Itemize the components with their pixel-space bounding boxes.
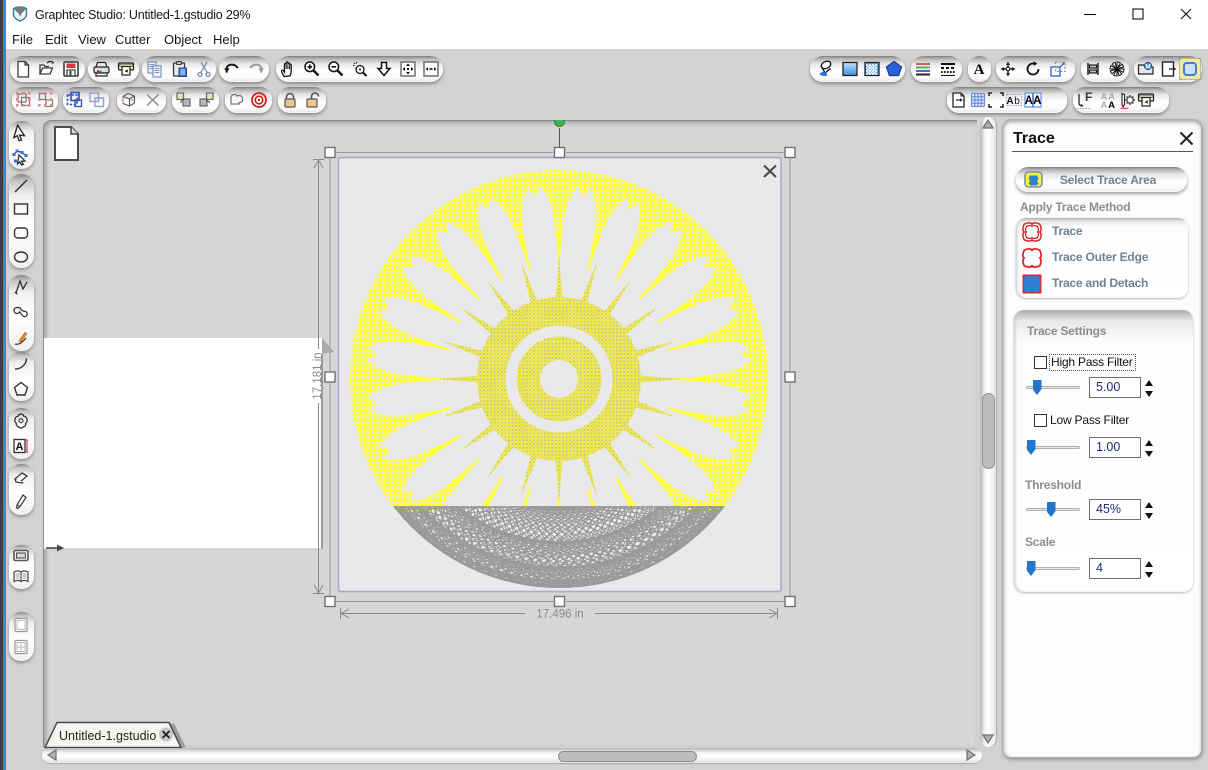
svg-text:A: A (1006, 96, 1013, 107)
svg-text:F: F (1085, 91, 1092, 104)
svg-text:Untitled-1.gstudio: Untitled-1.gstudio (59, 729, 156, 743)
svg-text:A: A (974, 62, 985, 78)
svg-text:17.496 in: 17.496 in (536, 609, 583, 621)
svg-text:A: A (16, 441, 24, 453)
svg-text:A: A (1033, 95, 1041, 107)
svg-text:A: A (1025, 95, 1033, 107)
svg-text:A: A (1101, 100, 1108, 109)
svg-text:b: b (1014, 96, 1020, 107)
svg-text:17.181 in: 17.181 in (312, 352, 324, 399)
svg-text:A: A (1108, 100, 1115, 109)
svg-text:M: M (1145, 64, 1150, 71)
